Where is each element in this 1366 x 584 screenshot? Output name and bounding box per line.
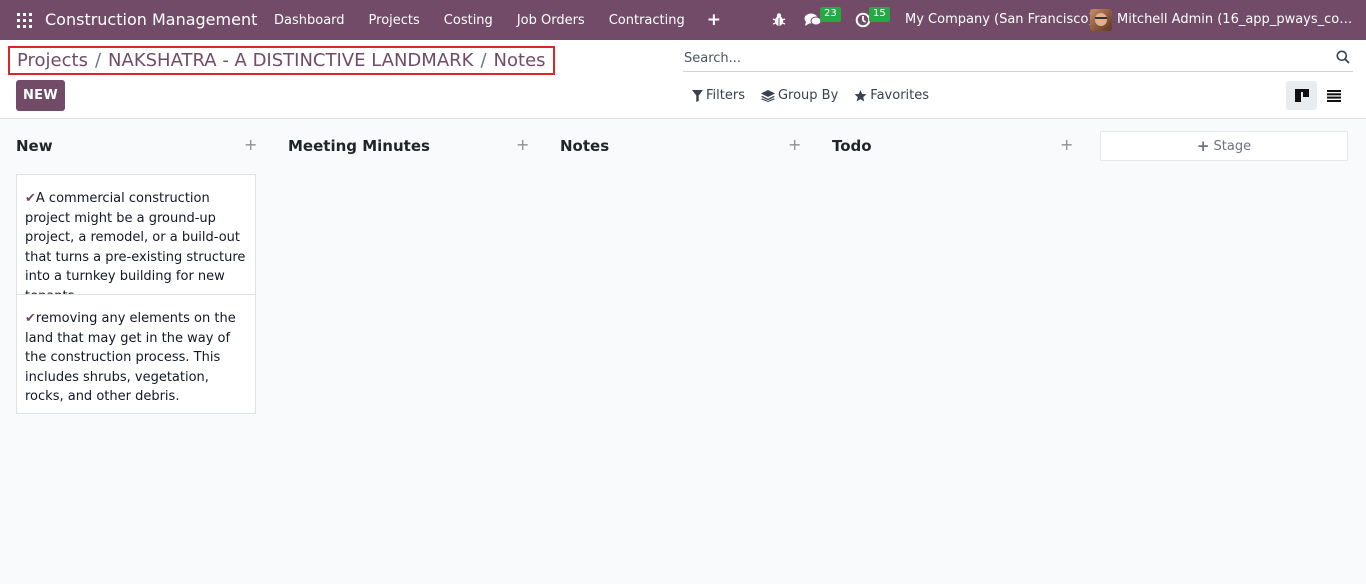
favorites-button[interactable]: Favorites: [854, 88, 929, 103]
menu-projects[interactable]: Projects: [357, 13, 432, 28]
messages-count-badge: 23: [820, 7, 841, 22]
check-icon: ✔: [25, 311, 36, 326]
breadcrumb-separator: /: [480, 50, 487, 71]
kanban-card[interactable]: ✔removing any elements on the land that …: [16, 294, 256, 414]
star-icon: [854, 89, 867, 101]
apps-grid-icon[interactable]: [17, 13, 32, 28]
group-by-label: Group By: [777, 88, 839, 103]
note-text: A commercial construction project might …: [25, 191, 246, 304]
menu-plus-button[interactable]: +: [697, 10, 733, 30]
user-menu[interactable]: Mitchell Admin (16_app_pways_const...: [1117, 12, 1353, 27]
kanban-icon: [1294, 89, 1309, 102]
menu-job-orders[interactable]: Job Orders: [505, 13, 597, 28]
add-stage-button[interactable]: + Stage: [1100, 131, 1348, 161]
layers-icon: [760, 89, 775, 102]
new-button[interactable]: NEW: [16, 80, 65, 111]
menu-costing[interactable]: Costing: [432, 13, 505, 28]
plus-icon: +: [1196, 137, 1210, 155]
add-stage-label: Stage: [1213, 138, 1252, 154]
search-options: Filters Group By Favorites: [692, 88, 945, 103]
company-switcher[interactable]: My Company (San Francisco): [905, 12, 1093, 27]
favorites-label: Favorites: [870, 88, 930, 103]
debug-bug-icon[interactable]: [772, 12, 786, 31]
quick-create-plus-icon[interactable]: +: [788, 135, 801, 154]
filters-label: Filters: [706, 88, 745, 103]
menu-contracting[interactable]: Contracting: [597, 13, 697, 28]
quick-create-plus-icon[interactable]: +: [244, 135, 257, 154]
breadcrumb: Projects / NAKSHATRA - A DISTINCTIVE LAN…: [8, 46, 555, 75]
check-icon: ✔: [25, 191, 36, 206]
app-brand[interactable]: Construction Management: [45, 10, 257, 29]
activities-count-badge: 15: [869, 7, 890, 22]
column-title[interactable]: Meeting Minutes: [288, 137, 430, 155]
search-bar: [683, 46, 1353, 72]
breadcrumb-projects[interactable]: Projects: [17, 50, 88, 71]
column-header: Meeting Minutes +: [272, 135, 529, 159]
kanban-view-button[interactable]: [1286, 81, 1317, 110]
note-text: removing any elements on the land that m…: [25, 311, 236, 404]
quick-create-plus-icon[interactable]: +: [516, 135, 529, 154]
list-icon: [1326, 89, 1341, 102]
column-header: Todo +: [816, 135, 1073, 159]
breadcrumb-project[interactable]: NAKSHATRA - A DISTINCTIVE LANDMARK: [108, 50, 473, 71]
user-avatar[interactable]: [1090, 9, 1112, 31]
search-icon[interactable]: [1336, 50, 1350, 68]
kanban-card[interactable]: ✔A commercial construction project might…: [16, 174, 256, 304]
breadcrumb-current: Notes: [493, 50, 546, 71]
filter-icon: [692, 89, 703, 102]
kanban-board: New + ✔A commercial construction project…: [0, 119, 1366, 584]
column-header: New +: [0, 135, 257, 159]
breadcrumb-separator: /: [94, 50, 102, 71]
main-menu: Dashboard Projects Costing Job Orders Co…: [262, 0, 733, 40]
column-title[interactable]: New: [16, 137, 53, 155]
search-input[interactable]: [684, 49, 1304, 67]
column-header: Notes +: [544, 135, 801, 159]
list-view-button[interactable]: [1318, 81, 1349, 110]
filters-button[interactable]: Filters: [692, 88, 745, 103]
group-by-button[interactable]: Group By: [760, 88, 839, 103]
column-title[interactable]: Notes: [560, 137, 609, 155]
control-panel: Projects / NAKSHATRA - A DISTINCTIVE LAN…: [0, 40, 1366, 119]
menu-dashboard[interactable]: Dashboard: [262, 13, 357, 28]
quick-create-plus-icon[interactable]: +: [1060, 135, 1073, 154]
column-title[interactable]: Todo: [832, 137, 872, 155]
